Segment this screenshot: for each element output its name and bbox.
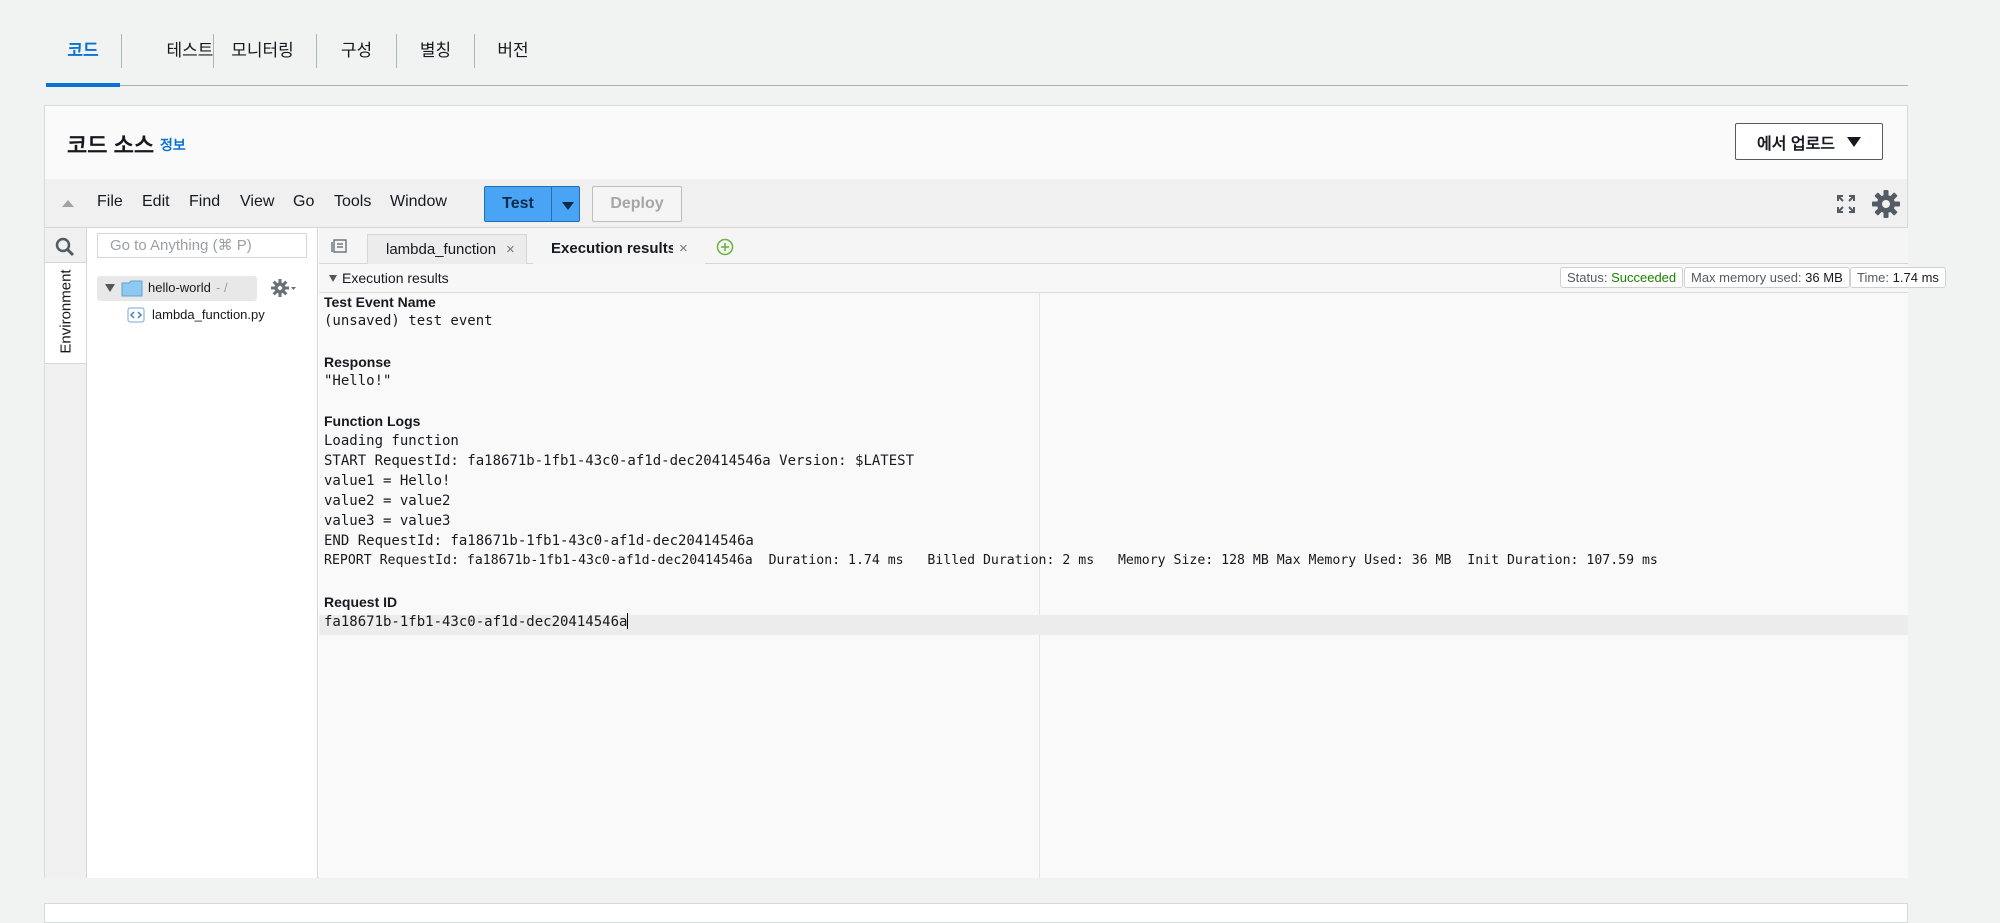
function-logs-heading: Function Logs [324,413,421,429]
python-file-icon [127,307,145,323]
tab-list-icon[interactable] [331,239,347,253]
upload-from-label: 에서 업로드 [1756,135,1836,153]
folder-name: hello-world [148,280,211,295]
tree-settings-icon[interactable] [271,278,297,298]
folder-path: - / [216,280,228,295]
time-value: 1.74 ms [1892,270,1939,285]
close-tab-icon[interactable]: × [506,235,515,265]
test-button-divider [551,187,552,221]
gear-icon[interactable] [1871,189,1901,219]
print-margin-line [1039,293,1040,878]
upload-from-button[interactable]: 에서 업로드 [1735,123,1883,160]
info-link[interactable]: 정보 [160,135,186,155]
test-dropdown-icon[interactable] [562,202,574,210]
menu-window[interactable]: Window [390,193,447,211]
execution-results-body[interactable]: Test Event Name (unsaved) test event Res… [319,293,1908,878]
log-line: START RequestId: fa18671b-1fb1-43c0-af1d… [324,453,915,469]
panel-title: 코드 소스 [67,133,155,158]
log-line: value1 = Hello! [324,473,451,489]
response-heading: Response [324,354,391,370]
environment-strip: Environment [45,228,87,878]
close-tab-icon[interactable]: × [679,234,688,264]
log-line: REPORT RequestId: fa18671b-1fb1-43c0-af1… [324,553,1658,568]
execution-results-header: Execution results Status: Succeeded Max … [319,264,1946,293]
collapse-results-icon[interactable] [329,275,337,282]
ide-menu-bar: File Edit Find View Go Tools Window Test… [45,179,1907,228]
tab-configuration[interactable]: 구성 [317,0,396,85]
tree-folder-hello-world[interactable]: hello-world - / [97,276,257,301]
expand-triangle-icon[interactable] [105,284,115,292]
editor-tab-label: Execution results [551,240,673,257]
file-tree: Go to Anything (⌘ P) hello-world - / lam… [87,228,318,878]
status-label: Status: [1567,270,1608,285]
editor-tab-lambda-function[interactable]: lambda_function × [367,234,527,264]
time-label: Time: [1857,270,1890,285]
search-icon[interactable] [55,237,75,257]
status-value: Succeeded [1611,270,1677,285]
response-value: "Hello!" [324,373,392,389]
environment-label: Environment [57,269,75,354]
log-line: value3 = value3 [324,513,451,529]
menu-find[interactable]: Find [189,193,220,211]
tab-versions[interactable]: 버전 [475,0,551,85]
memory-value: 36 MB [1805,270,1843,285]
log-line: Loading function [324,433,459,449]
panel-header: 코드 소스 정보 에서 업로드 [45,106,1907,180]
editor-area: lambda_function × Execution results × Ex… [319,228,1946,878]
next-panel [44,903,1908,923]
menu-view[interactable]: View [240,193,274,211]
folder-icon [121,280,143,297]
request-id-value: fa18671b-1fb1-43c0-af1d-dec20414546a [324,614,628,630]
menu-edit[interactable]: Edit [142,193,170,211]
add-tab-icon[interactable] [716,238,734,256]
memory-label: Max memory used: [1691,270,1802,285]
test-event-heading: Test Event Name [324,294,436,310]
test-event-value: (unsaved) test event [324,313,493,329]
log-line: value2 = value2 [324,493,451,509]
test-button-label: Test [502,195,534,212]
log-line: END RequestId: fa18671b-1fb1-43c0-af1d-d… [324,533,754,549]
editor-tab-execution-results[interactable]: Execution results × [533,234,705,264]
top-tab-bar: 코드 테스트 모니터링 구성 별칭 버전 [46,0,1908,87]
code-source-panel: 코드 소스 정보 에서 업로드 File Edit Find View Go T… [44,105,1946,878]
request-id-row: fa18671b-1fb1-43c0-af1d-dec20414546a [324,613,629,630]
file-name: lambda_function.py [152,307,265,322]
fullscreen-icon[interactable] [1836,194,1856,214]
text-cursor [627,613,629,629]
time-badge: Time: 1.74 ms [1850,267,1946,288]
menu-go[interactable]: Go [293,193,314,211]
memory-badge: Max memory used: 36 MB [1684,267,1850,288]
request-id-heading: Request ID [324,594,398,610]
caret-down-icon [1847,136,1862,147]
environment-tab[interactable]: Environment [45,262,86,364]
execution-results-title: Execution results [342,270,449,286]
deploy-button[interactable]: Deploy [592,186,682,222]
tab-monitoring[interactable]: 모니터링 [214,0,311,85]
test-button[interactable]: Test [484,186,580,222]
editor-tab-bar: lambda_function × Execution results × [319,228,1908,264]
menu-tools[interactable]: Tools [334,193,371,211]
tab-code[interactable]: 코드 [46,0,120,87]
menu-file[interactable]: File [97,193,123,211]
collapse-icon[interactable] [62,200,74,207]
goto-anything-input[interactable]: Go to Anything (⌘ P) [97,233,307,258]
tab-aliases[interactable]: 별칭 [397,0,474,85]
editor-tab-label: lambda_function [386,241,497,258]
status-badge: Status: Succeeded [1560,267,1684,288]
